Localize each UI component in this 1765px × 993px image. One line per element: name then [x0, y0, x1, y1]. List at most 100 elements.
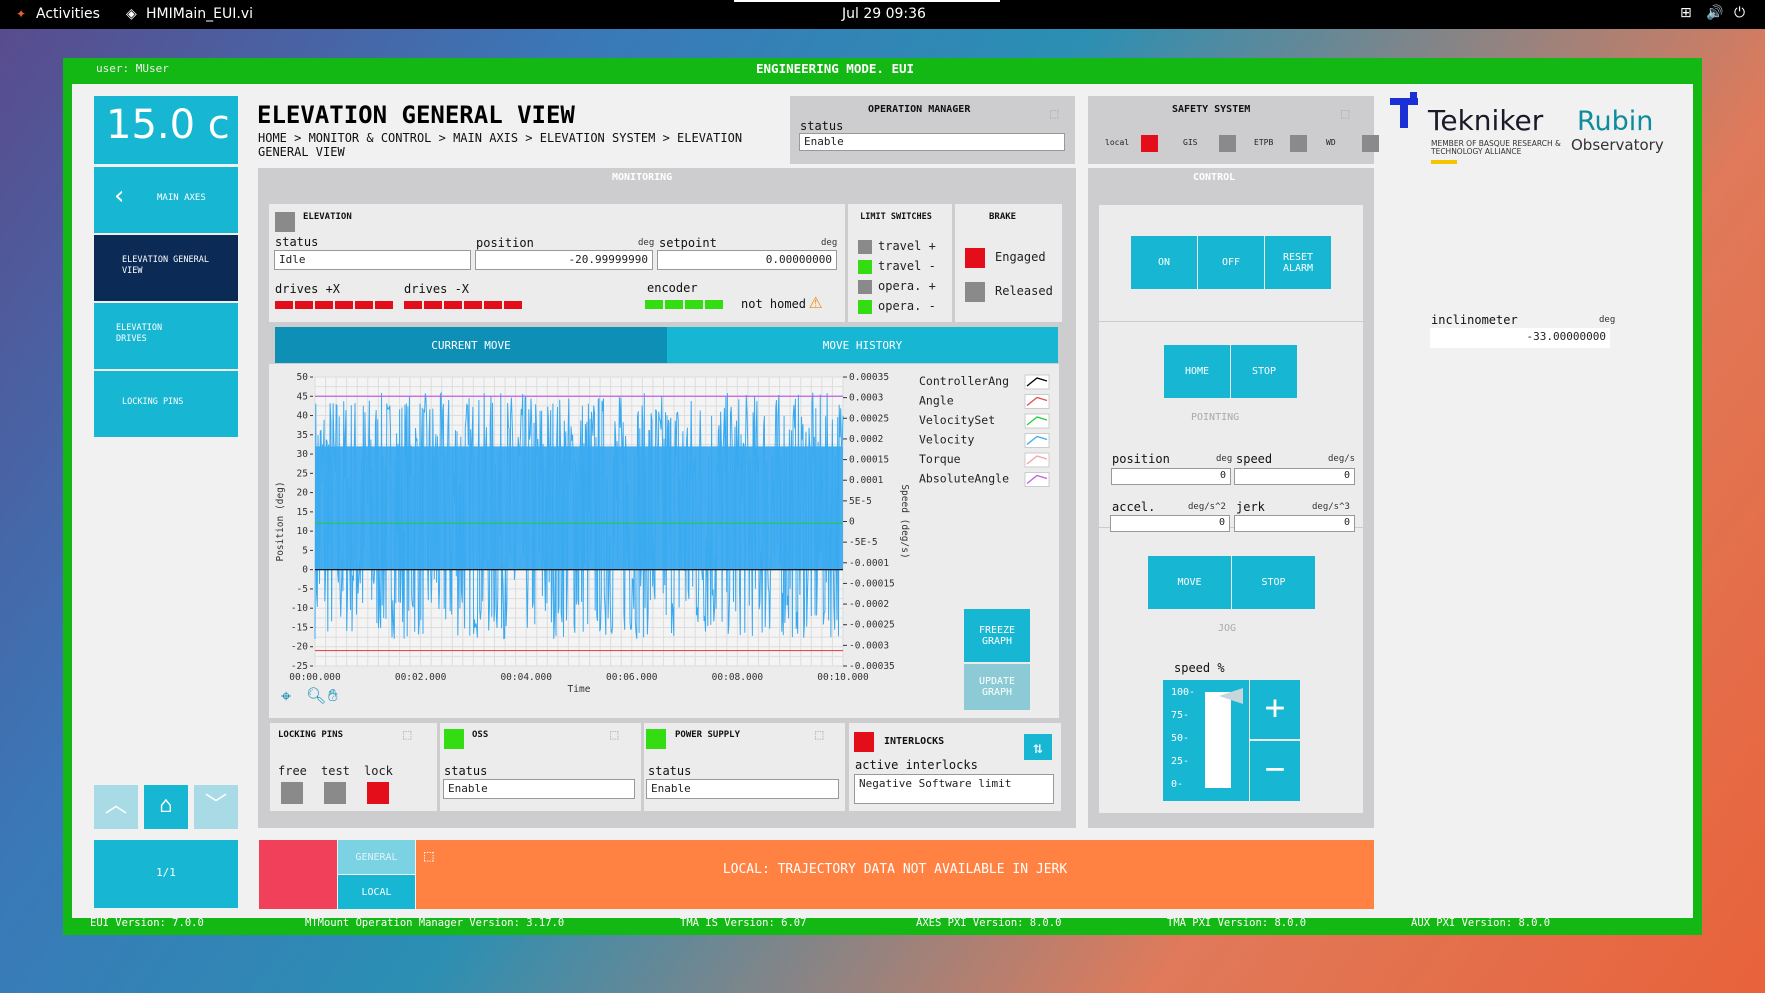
x-tick-label: 00:00.000 — [289, 672, 341, 683]
limit-switches-title: LIMIT SWITCHES — [860, 212, 932, 222]
y-axis-label: Position (deg) — [275, 481, 286, 561]
power-supply-indicator — [646, 729, 666, 749]
drive-indicator — [375, 301, 393, 309]
oss-status-field: Enable — [443, 779, 635, 799]
nav-item-label: LOCKING PINS — [122, 397, 184, 407]
tab-move-history[interactable]: MOVE HISTORY — [667, 327, 1058, 363]
y2-tick-label: -0.00015 — [849, 578, 895, 589]
local-button[interactable]: LOCAL — [338, 875, 415, 909]
zoom-icon[interactable]: 🔍︎ — [306, 686, 326, 705]
drive-indicator — [665, 300, 683, 309]
status-label: status — [444, 764, 488, 778]
system-top-bar: ✦ Activities ◈ HMIMain_EUI.vi Jul 29 09:… — [0, 0, 1765, 29]
y-tick-label: 30 — [297, 449, 309, 460]
power-icon[interactable]: ⏻ — [1734, 5, 1745, 21]
speed-slider-handle[interactable] — [1219, 688, 1243, 704]
drive-indicator — [315, 301, 333, 309]
home-button[interactable]: HOME — [1164, 345, 1230, 398]
nav-item-elevation-drives[interactable]: ELEVATION DRIVES — [94, 303, 238, 369]
drives-nx-label: drives -X — [404, 282, 470, 296]
tekniker-logo-subtitle: MEMBER OF BASQUE RESEARCH & TECHNOLOGY A… — [1431, 139, 1561, 156]
back-main-axes-button[interactable]: ‹ MAIN AXES — [94, 167, 238, 233]
pan-hand-icon[interactable]: ✋︎ — [328, 686, 338, 706]
trajectory-chart[interactable]: 50454035302520151050-5-10-15-20-250.0003… — [269, 364, 1059, 718]
activities-button[interactable]: Activities — [36, 6, 100, 22]
safety-label: ETPB — [1254, 138, 1274, 147]
target-jerk-input[interactable]: 0 — [1234, 515, 1355, 532]
brake-box: BRAKE Engaged Released — [955, 204, 1062, 322]
nav-item-label: ELEVATION DRIVES — [116, 323, 163, 344]
legend-swatch-bg — [1024, 374, 1050, 390]
update-graph-button[interactable]: UPDATE GRAPH — [964, 664, 1030, 710]
drives-px-label: drives +X — [275, 282, 341, 296]
version-label: AXES PXI Version: 8.0.0 — [916, 917, 1062, 929]
nav-up-button[interactable]: ︿ — [94, 785, 138, 829]
safety-label: GIS — [1183, 138, 1198, 147]
drive-indicator — [355, 301, 373, 309]
clock[interactable]: Jul 29 09:36 — [842, 6, 926, 22]
nav-home-button[interactable]: ⌂ — [144, 785, 188, 829]
drives-nx-indicators — [404, 301, 524, 309]
x-tick-label: 00:02.000 — [395, 672, 447, 683]
rubin-logo-subtitle: Observatory — [1571, 136, 1664, 154]
general-button[interactable]: GENERAL — [338, 840, 415, 874]
drive-indicator — [685, 300, 703, 309]
speed-decrease-button[interactable]: − — [1250, 741, 1300, 801]
safety-indicator — [1290, 135, 1307, 152]
target-accel-input[interactable]: 0 — [1110, 515, 1230, 532]
back-label: MAIN AXES — [157, 193, 206, 203]
reset-alarm-button[interactable]: RESET ALARM — [1265, 236, 1331, 289]
elevation-setpoint-field: 0.00000000 — [657, 250, 837, 270]
y-tick-label: 20 — [297, 488, 309, 499]
drive-indicator — [444, 301, 462, 309]
pin-label: lock — [364, 764, 393, 778]
nav-down-button[interactable]: ﹀ — [194, 785, 238, 829]
crosshair-icon[interactable]: ⌖ — [281, 686, 291, 707]
cursor-select-icon[interactable]: ⬚ — [403, 727, 411, 743]
freeze-label: FREEZE GRAPH — [978, 624, 1016, 647]
message-text: LOCAL: TRAJECTORY DATA NOT AVAILABLE IN … — [722, 862, 1068, 877]
breadcrumb[interactable]: HOME > MONITOR & CONTROL > MAIN AXIS > E… — [258, 131, 758, 159]
rubin-logo-text: Rubin — [1577, 106, 1654, 137]
nav-item-locking-pins[interactable]: LOCKING PINS — [94, 371, 238, 437]
inclinometer-value: -33.00000000 — [1430, 328, 1610, 348]
cursor-select-icon[interactable]: ⬚ — [610, 727, 618, 743]
limit-switches-box: LIMIT SWITCHES travel + travel - opera. + o… — [848, 204, 952, 322]
target-speed-input[interactable]: 0 — [1234, 468, 1355, 485]
cursor-select-icon[interactable]: ⬚ — [815, 727, 823, 743]
y2-tick-label: 0.00035 — [849, 372, 889, 383]
elevation-box: ELEVATION status Idle position deg -20.9… — [269, 204, 845, 322]
tab-current-move[interactable]: CURRENT MOVE — [275, 327, 667, 363]
freeze-graph-button[interactable]: FREEZE GRAPH — [964, 609, 1030, 662]
divider — [1099, 321, 1363, 322]
power-supply-status-field: Enable — [646, 779, 839, 799]
cursor-select-icon[interactable]: ⬚ — [1341, 106, 1349, 122]
legend-label: Angle — [919, 394, 954, 408]
speed-slider-track[interactable] — [1205, 692, 1231, 788]
move-button[interactable]: MOVE — [1148, 556, 1231, 609]
brake-indicator — [965, 282, 985, 302]
stop-jog-button[interactable]: STOP — [1232, 556, 1315, 609]
off-button[interactable]: OFF — [1198, 236, 1264, 289]
target-position-input[interactable]: 0 — [1111, 468, 1231, 485]
pin-label: test — [321, 764, 350, 778]
volume-icon[interactable]: 🔊 — [1706, 5, 1723, 21]
version-label: EUI Version: 7.0.0 — [90, 917, 204, 929]
limit-switch-indicator — [858, 280, 872, 294]
nav-item-elevation-general-view[interactable]: ELEVATION GENERAL VIEW — [94, 235, 238, 301]
temperature-value: 15.0 c — [106, 102, 230, 148]
panel-title: SAFETY SYSTEM — [1172, 104, 1251, 115]
drive-indicator — [705, 300, 723, 309]
stop-pointing-button[interactable]: STOP — [1231, 345, 1297, 398]
x-tick-label: 00:06.000 — [606, 672, 658, 683]
message-bar: ⬚ LOCAL: TRAJECTORY DATA NOT AVAILABLE I… — [416, 840, 1374, 909]
on-button[interactable]: ON — [1131, 236, 1197, 289]
speed-increase-button[interactable]: + — [1250, 680, 1300, 739]
network-icon[interactable]: ⊞ — [1680, 5, 1692, 21]
app-menu[interactable]: HMIMain_EUI.vi — [146, 6, 253, 22]
elevation-status-field: Idle — [274, 250, 471, 270]
cursor-select-icon[interactable]: ⬚ — [1050, 106, 1058, 122]
refresh-interlocks-button[interactable]: ⇅ — [1024, 734, 1052, 760]
oss-indicator — [444, 729, 464, 749]
limit-switch-indicator — [858, 260, 872, 274]
